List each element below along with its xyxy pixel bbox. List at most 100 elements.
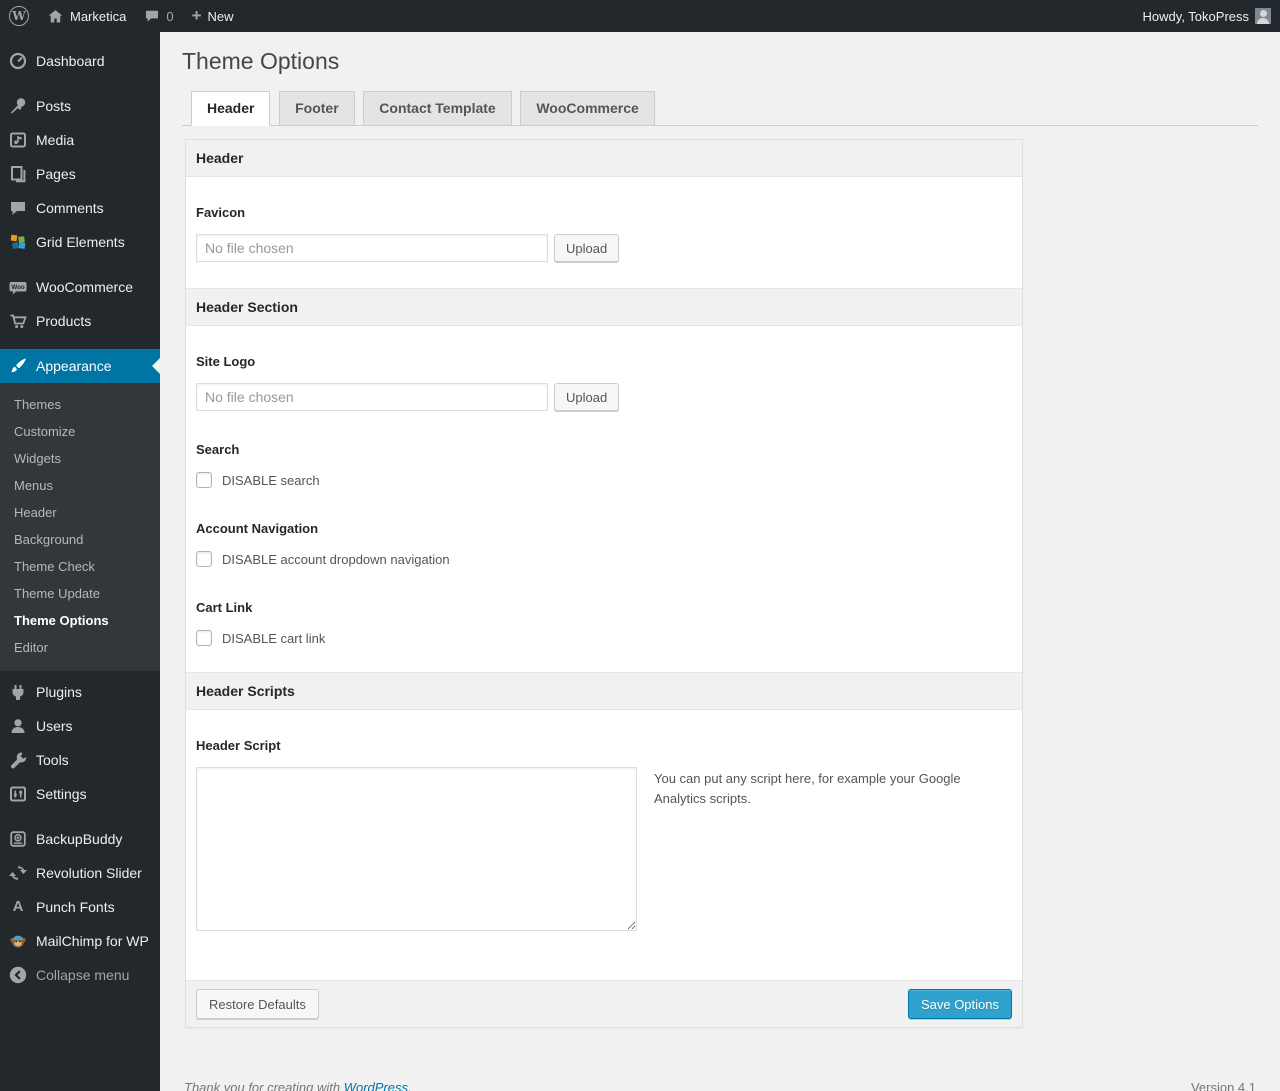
tab-bar: Header Footer Contact Template WooCommer… — [182, 91, 1258, 126]
sidebar-item-appearance[interactable]: Appearance — [0, 349, 160, 383]
wordpress-logo-icon: W — [9, 6, 29, 26]
save-options-button[interactable]: Save Options — [907, 989, 1012, 1019]
brush-icon — [8, 356, 28, 376]
svg-text:Woo: Woo — [11, 284, 25, 291]
new-label: New — [207, 8, 234, 24]
plus-icon: + — [191, 5, 202, 25]
sidebar-item-posts[interactable]: Posts — [0, 89, 160, 123]
header-scripts-body: Header Script You can put any script her… — [186, 710, 1022, 980]
comments-menu[interactable]: 0 — [135, 0, 182, 32]
submenu-item-header[interactable]: Header — [0, 499, 160, 526]
user-icon — [8, 716, 28, 736]
mailchimp-monkey-icon — [8, 931, 28, 951]
favicon-file-input[interactable] — [196, 234, 548, 262]
submenu-item-themes[interactable]: Themes — [0, 391, 160, 418]
favicon-upload-button[interactable]: Upload — [554, 234, 620, 262]
header-section-body: Site Logo Upload Search DISABLE search A… — [186, 326, 1022, 672]
sidebar-item-grid-elements[interactable]: Grid Elements — [0, 225, 160, 259]
disable-account-nav-checkbox-label[interactable]: DISABLE account dropdown navigation — [222, 552, 450, 567]
site-logo-upload-button[interactable]: Upload — [554, 383, 620, 411]
header-script-hint: You can put any script here, for example… — [654, 771, 961, 807]
admin-footer: Thank you for creating with WordPress. V… — [184, 1080, 1256, 1091]
favicon-label: Favicon — [196, 205, 246, 220]
grid-elements-icon — [8, 232, 28, 252]
site-logo-label: Site Logo — [196, 354, 256, 369]
avatar — [1255, 8, 1271, 24]
submenu-item-theme-update[interactable]: Theme Update — [0, 580, 160, 607]
submenu-item-background[interactable]: Background — [0, 526, 160, 553]
sidebar-item-pages[interactable]: Pages — [0, 157, 160, 191]
media-icon — [8, 130, 28, 150]
cart-icon — [8, 311, 28, 331]
letter-a-icon: A — [12, 898, 24, 915]
page-title: Theme Options — [182, 48, 340, 74]
submenu-item-menus[interactable]: Menus — [0, 472, 160, 499]
sidebar-item-products[interactable]: Products — [0, 304, 160, 338]
wordpress-link[interactable]: WordPress — [344, 1080, 408, 1091]
sidebar-item-revolution-slider[interactable]: Revolution Slider — [0, 856, 160, 890]
new-content-menu[interactable]: + New — [183, 0, 243, 32]
section-header-scripts: Header Scripts — [186, 672, 1022, 710]
restore-defaults-button[interactable]: Restore Defaults — [196, 989, 319, 1019]
sidebar-item-dashboard[interactable]: Dashboard — [0, 44, 160, 78]
submenu-item-customize[interactable]: Customize — [0, 418, 160, 445]
disable-account-nav-checkbox[interactable] — [196, 551, 212, 567]
home-icon — [47, 8, 64, 25]
search-label: Search — [196, 442, 240, 457]
disable-cart-link-checkbox-label[interactable]: DISABLE cart link — [222, 631, 325, 646]
account-navigation-label: Account Navigation — [196, 521, 319, 536]
panel-footer: Restore Defaults Save Options — [186, 980, 1022, 1027]
main-content: Theme Options Header Footer Contact Temp… — [160, 0, 1280, 1091]
tab-header[interactable]: Header — [191, 91, 271, 126]
submenu-item-theme-check[interactable]: Theme Check — [0, 553, 160, 580]
favicon-section: Favicon Upload — [186, 177, 1022, 288]
sidebar-item-settings[interactable]: Settings — [0, 777, 160, 811]
sidebar-item-woocommerce[interactable]: Woo WooCommerce — [0, 270, 160, 304]
header-script-textarea[interactable] — [196, 767, 637, 931]
admin-menu: Dashboard Posts Media Pages Comments Gri… — [0, 32, 160, 1091]
sidebar-item-mailchimp[interactable]: MailChimp for WP — [0, 924, 160, 958]
sidebar-item-tools[interactable]: Tools — [0, 743, 160, 777]
woocommerce-icon: Woo — [8, 277, 28, 297]
site-name-menu[interactable]: Marketica — [38, 0, 135, 32]
backupbuddy-icon — [8, 829, 28, 849]
pages-icon — [8, 164, 28, 184]
tab-woocommerce[interactable]: WooCommerce — [520, 91, 655, 126]
disable-search-checkbox-label[interactable]: DISABLE search — [222, 473, 320, 488]
version-label: Version 4.1 — [1190, 1080, 1256, 1091]
comments-icon — [8, 198, 28, 218]
theme-options-panel: Header Favicon Upload Header Section Sit… — [185, 139, 1023, 1028]
comment-bubble-icon — [144, 8, 160, 24]
sidebar-item-users[interactable]: Users — [0, 709, 160, 743]
revolution-slider-icon — [8, 863, 28, 883]
wrench-icon — [8, 750, 28, 770]
sidebar-item-punch-fonts[interactable]: A Punch Fonts — [0, 890, 160, 924]
site-logo-file-input[interactable] — [196, 383, 548, 411]
section-header-section: Header Section — [186, 288, 1022, 326]
tab-contact-template[interactable]: Contact Template — [363, 91, 512, 126]
cart-link-label: Cart Link — [196, 600, 253, 615]
sidebar-item-plugins[interactable]: Plugins — [0, 675, 160, 709]
disable-search-checkbox[interactable] — [196, 472, 212, 488]
howdy-label: Howdy, TokoPress — [1142, 8, 1249, 24]
tab-footer[interactable]: Footer — [279, 91, 355, 126]
sidebar-item-media[interactable]: Media — [0, 123, 160, 157]
submenu-item-widgets[interactable]: Widgets — [0, 445, 160, 472]
admin-bar: W Marketica 0 + New Howdy, TokoPress — [0, 0, 1280, 32]
collapse-arrow-icon — [8, 965, 28, 985]
collapse-menu-button[interactable]: Collapse menu — [0, 958, 160, 992]
pin-icon — [8, 96, 28, 116]
dashboard-icon — [8, 51, 28, 71]
disable-cart-link-checkbox[interactable] — [196, 630, 212, 646]
submenu-item-editor[interactable]: Editor — [0, 634, 160, 661]
sidebar-item-comments[interactable]: Comments — [0, 191, 160, 225]
comments-count: 0 — [166, 8, 174, 24]
site-name-label: Marketica — [70, 8, 127, 24]
settings-icon — [8, 784, 28, 804]
submenu-item-theme-options[interactable]: Theme Options — [0, 607, 160, 634]
wp-logo-menu[interactable]: W — [0, 0, 38, 32]
appearance-submenu: Themes Customize Widgets Menus Header Ba… — [0, 383, 160, 671]
my-account-menu[interactable]: Howdy, TokoPress — [1134, 0, 1280, 32]
plugin-icon — [8, 682, 28, 702]
sidebar-item-backupbuddy[interactable]: BackupBuddy — [0, 822, 160, 856]
